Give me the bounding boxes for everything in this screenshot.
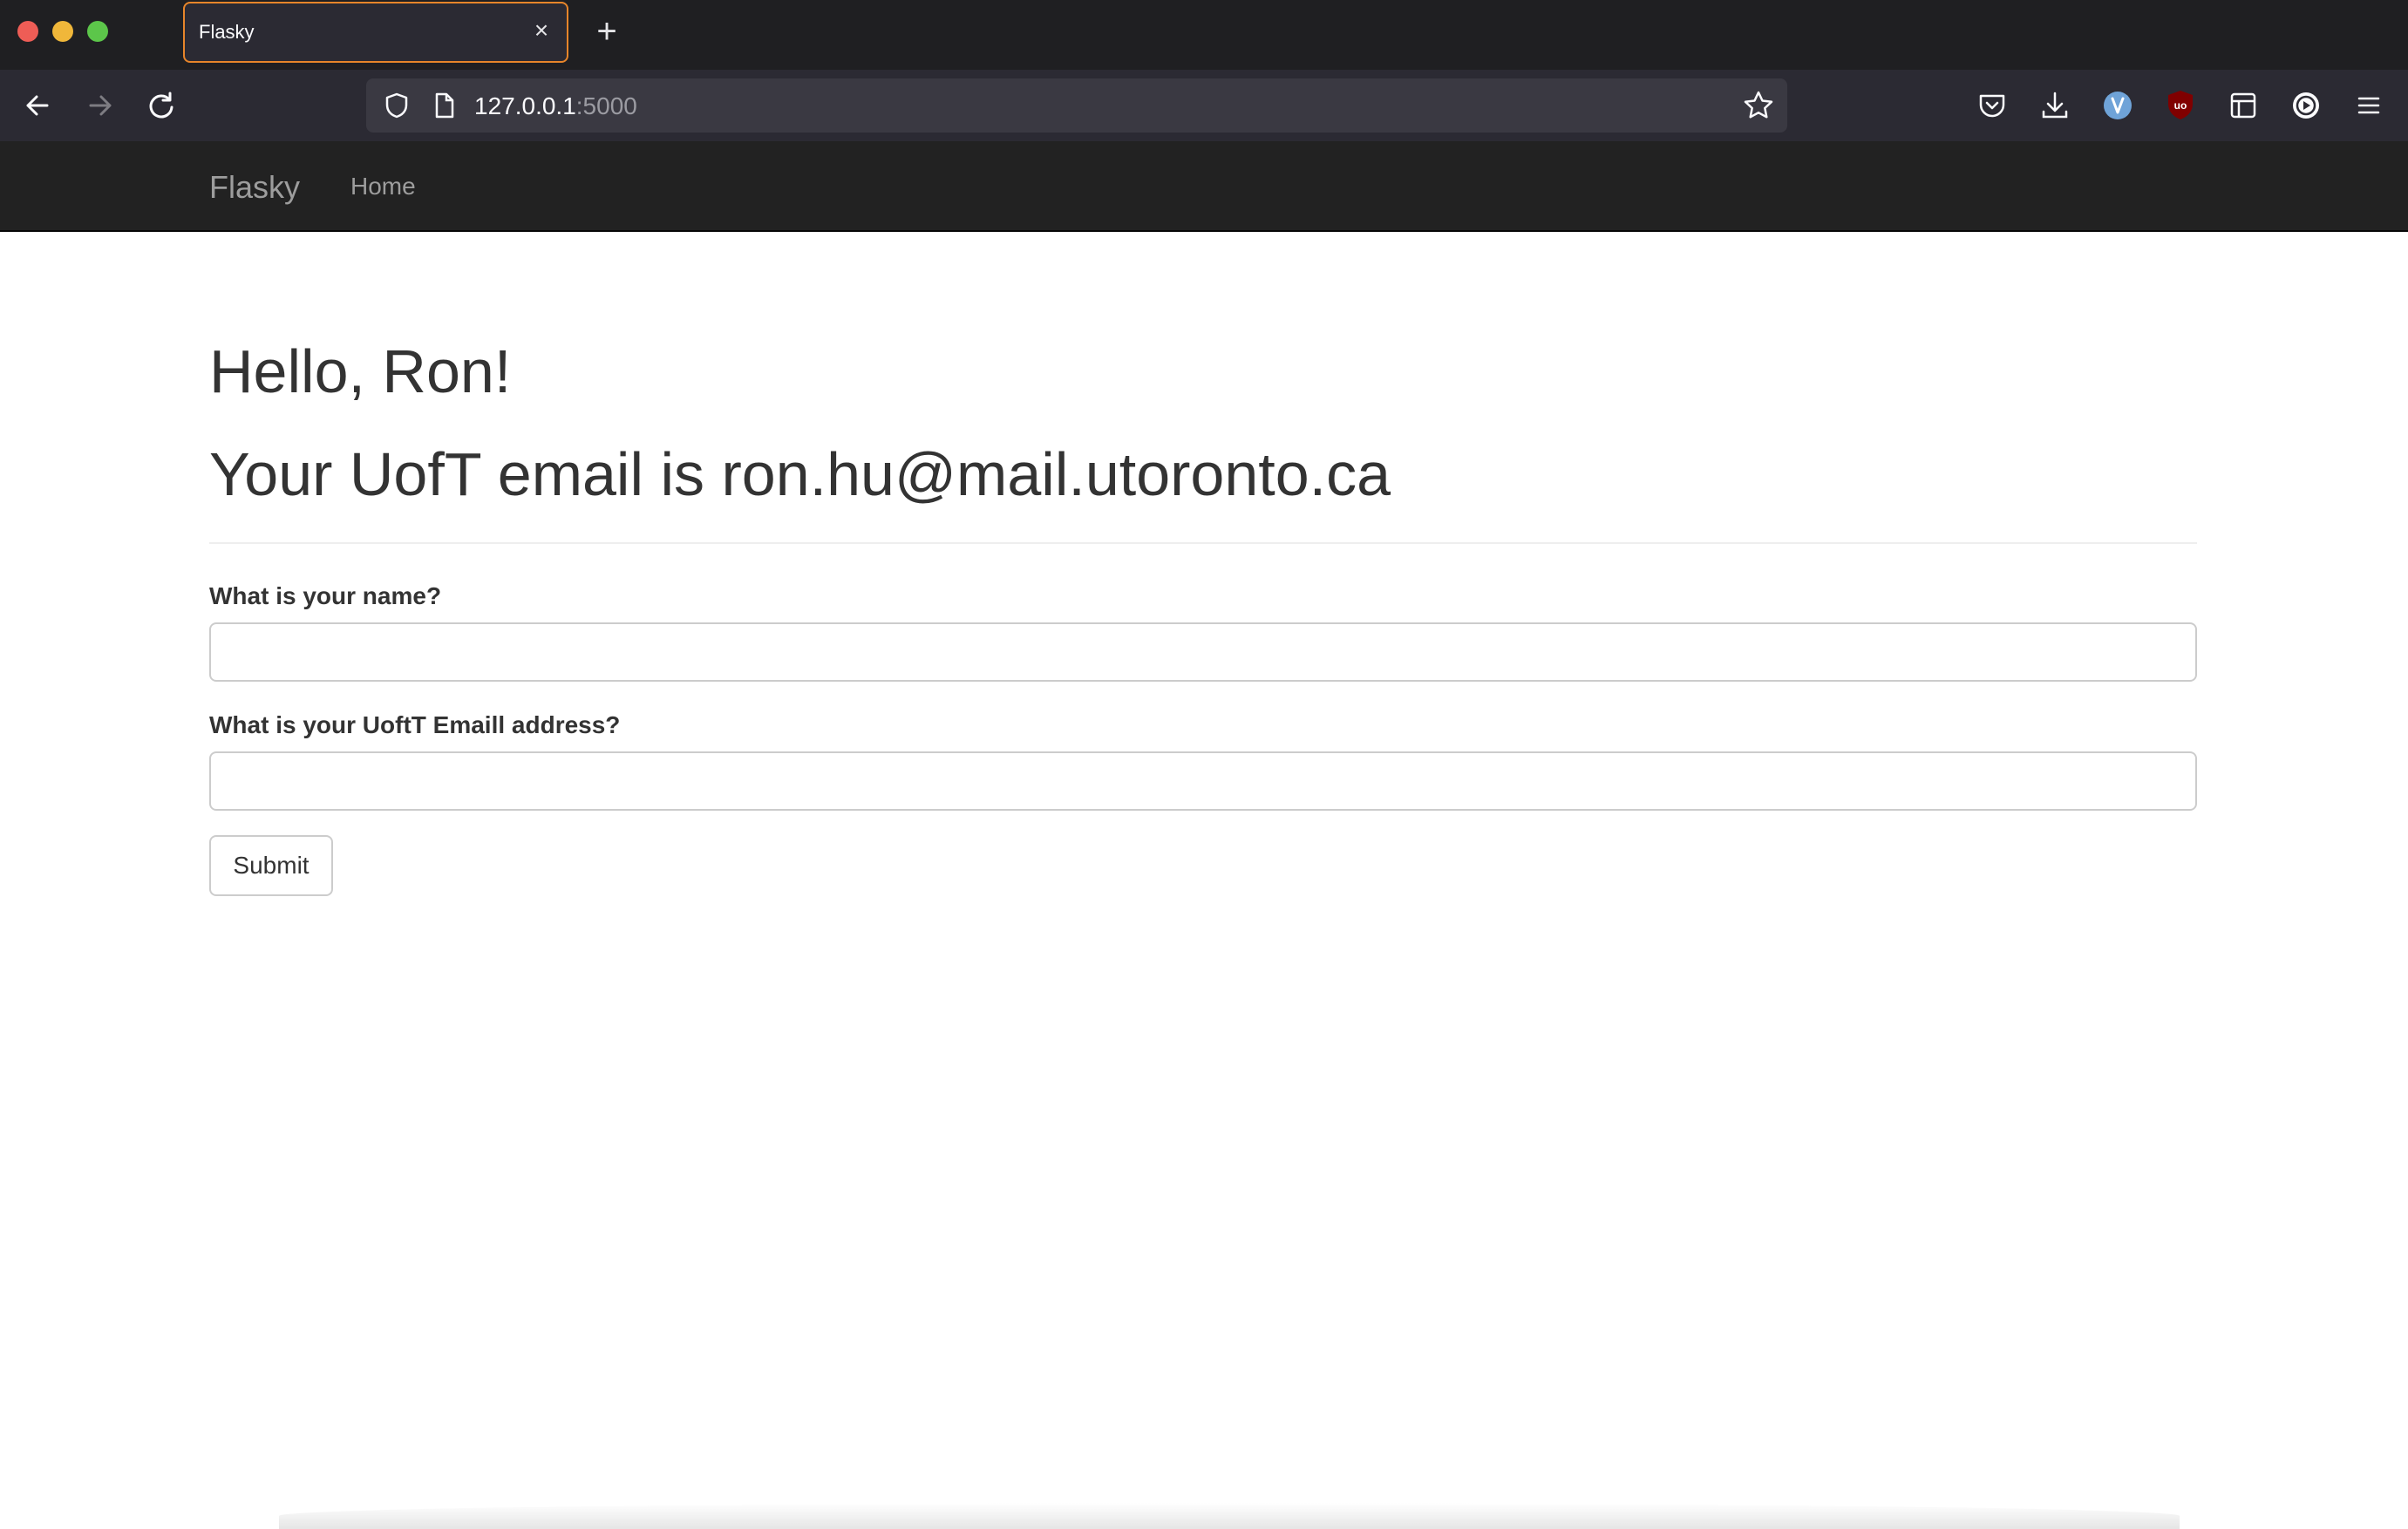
back-icon[interactable] xyxy=(16,84,59,127)
window-bottom-shadow xyxy=(279,1503,2180,1529)
nav-home-link[interactable]: Home xyxy=(350,173,416,200)
shield-icon[interactable] xyxy=(380,89,413,122)
brand-link[interactable]: Flasky xyxy=(209,169,300,206)
submit-button[interactable]: Submit xyxy=(209,835,333,896)
name-label: What is your name? xyxy=(209,582,442,609)
new-tab-icon[interactable]: + xyxy=(589,14,624,49)
browser-tab-bar: Flasky × + xyxy=(0,0,2408,70)
pocket-icon[interactable] xyxy=(1972,85,2012,126)
maximize-window-button[interactable] xyxy=(87,21,108,42)
tab-title: Flasky xyxy=(199,21,255,43)
ublock-icon[interactable]: uo xyxy=(2160,85,2201,126)
page-icon xyxy=(435,92,454,119)
account-icon[interactable] xyxy=(2286,85,2326,126)
tab-close-icon[interactable]: × xyxy=(528,17,554,44)
site-navbar: Flasky Home xyxy=(0,141,2408,232)
header-divider xyxy=(209,542,2197,544)
download-icon[interactable] xyxy=(2035,85,2075,126)
browser-tab[interactable]: Flasky × xyxy=(183,2,568,63)
reload-icon[interactable] xyxy=(139,84,183,127)
email-label: What is your UoftT Emaill address? xyxy=(209,711,621,738)
url-port: :5000 xyxy=(575,92,637,119)
extension-icon[interactable] xyxy=(2098,85,2138,126)
url-text[interactable]: 127.0.0.1:5000 xyxy=(474,92,637,120)
address-bar[interactable]: 127.0.0.1:5000 xyxy=(366,78,1787,133)
menu-icon[interactable] xyxy=(2349,85,2389,126)
star-icon[interactable] xyxy=(1740,87,1777,124)
url-host: 127.0.0.1 xyxy=(474,92,576,119)
email-input[interactable] xyxy=(209,751,2197,811)
email-heading: Your UofT email is ron.hu@mail.utoronto.… xyxy=(209,440,1391,508)
name-input[interactable] xyxy=(209,622,2197,682)
svg-text:uo: uo xyxy=(2174,99,2187,112)
minimize-window-button[interactable] xyxy=(52,21,73,42)
reader-icon[interactable] xyxy=(2223,85,2263,126)
forward-icon[interactable] xyxy=(78,84,122,127)
close-window-button[interactable] xyxy=(17,21,38,42)
greeting-heading: Hello, Ron! xyxy=(209,337,512,405)
